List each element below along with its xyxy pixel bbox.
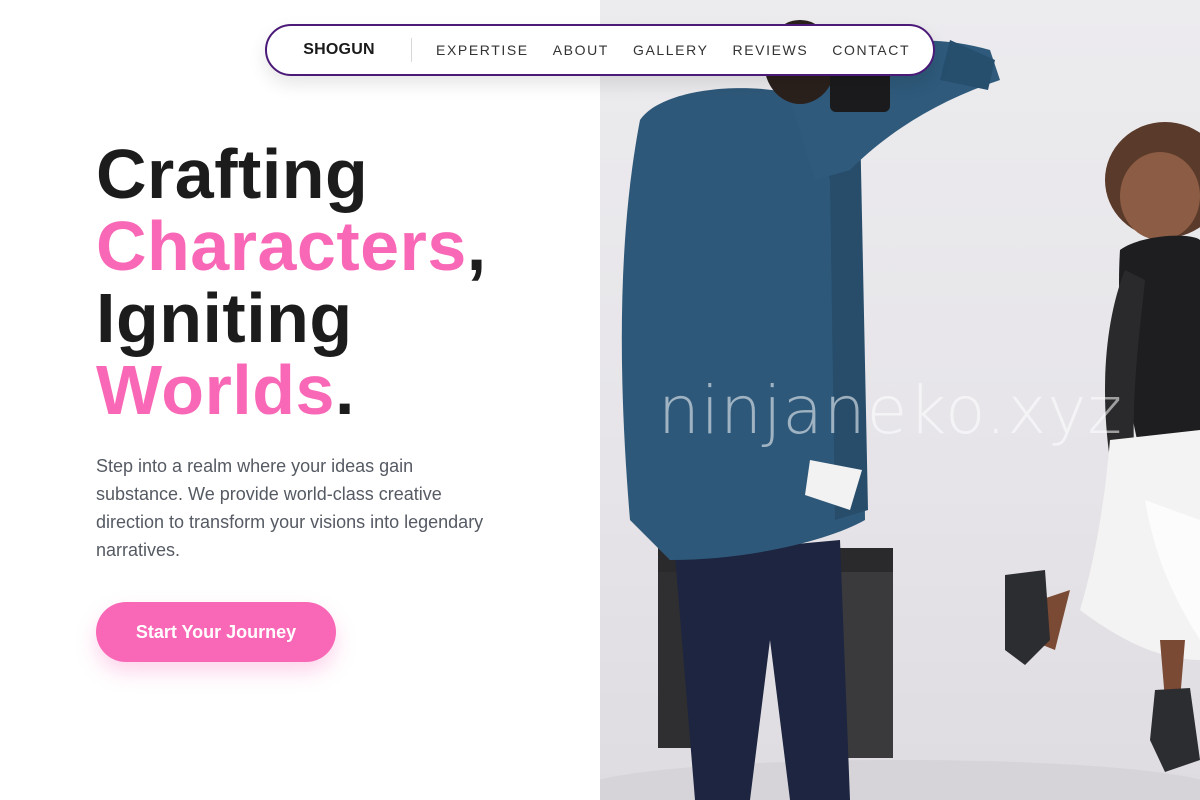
top-navigation: SHOGUN EXPERTISE ABOUT GALLERY REVIEWS C… bbox=[265, 24, 935, 76]
headline-line-4: Worlds. bbox=[96, 354, 487, 426]
headline-line-2: Characters, bbox=[96, 210, 487, 282]
nav-link-reviews[interactable]: REVIEWS bbox=[733, 42, 809, 58]
nav-link-expertise[interactable]: EXPERTISE bbox=[436, 42, 529, 58]
headline-accent-characters: Characters bbox=[96, 207, 467, 285]
nav-link-gallery[interactable]: GALLERY bbox=[633, 42, 709, 58]
headline-comma: , bbox=[466, 207, 487, 285]
nav-link-contact[interactable]: CONTACT bbox=[832, 42, 910, 58]
hero-headline: Crafting Characters, Igniting Worlds. bbox=[96, 138, 487, 426]
headline-line-1: Crafting bbox=[96, 135, 369, 213]
headline-line-3: Igniting bbox=[96, 279, 353, 357]
headline-period: . bbox=[334, 351, 355, 429]
brand-logo[interactable]: SHOGUN bbox=[267, 41, 411, 59]
nav-link-about[interactable]: ABOUT bbox=[553, 42, 609, 58]
watermark-text: ninjaneko.xyz bbox=[658, 372, 1124, 449]
hero-photo: ninjaneko.xyz bbox=[600, 0, 1200, 800]
start-journey-button[interactable]: Start Your Journey bbox=[96, 602, 336, 662]
nav-links: EXPERTISE ABOUT GALLERY REVIEWS CONTACT bbox=[412, 42, 910, 58]
headline-accent-worlds: Worlds bbox=[96, 351, 335, 429]
hero-intro-text: Step into a realm where your ideas gain … bbox=[96, 456, 484, 560]
